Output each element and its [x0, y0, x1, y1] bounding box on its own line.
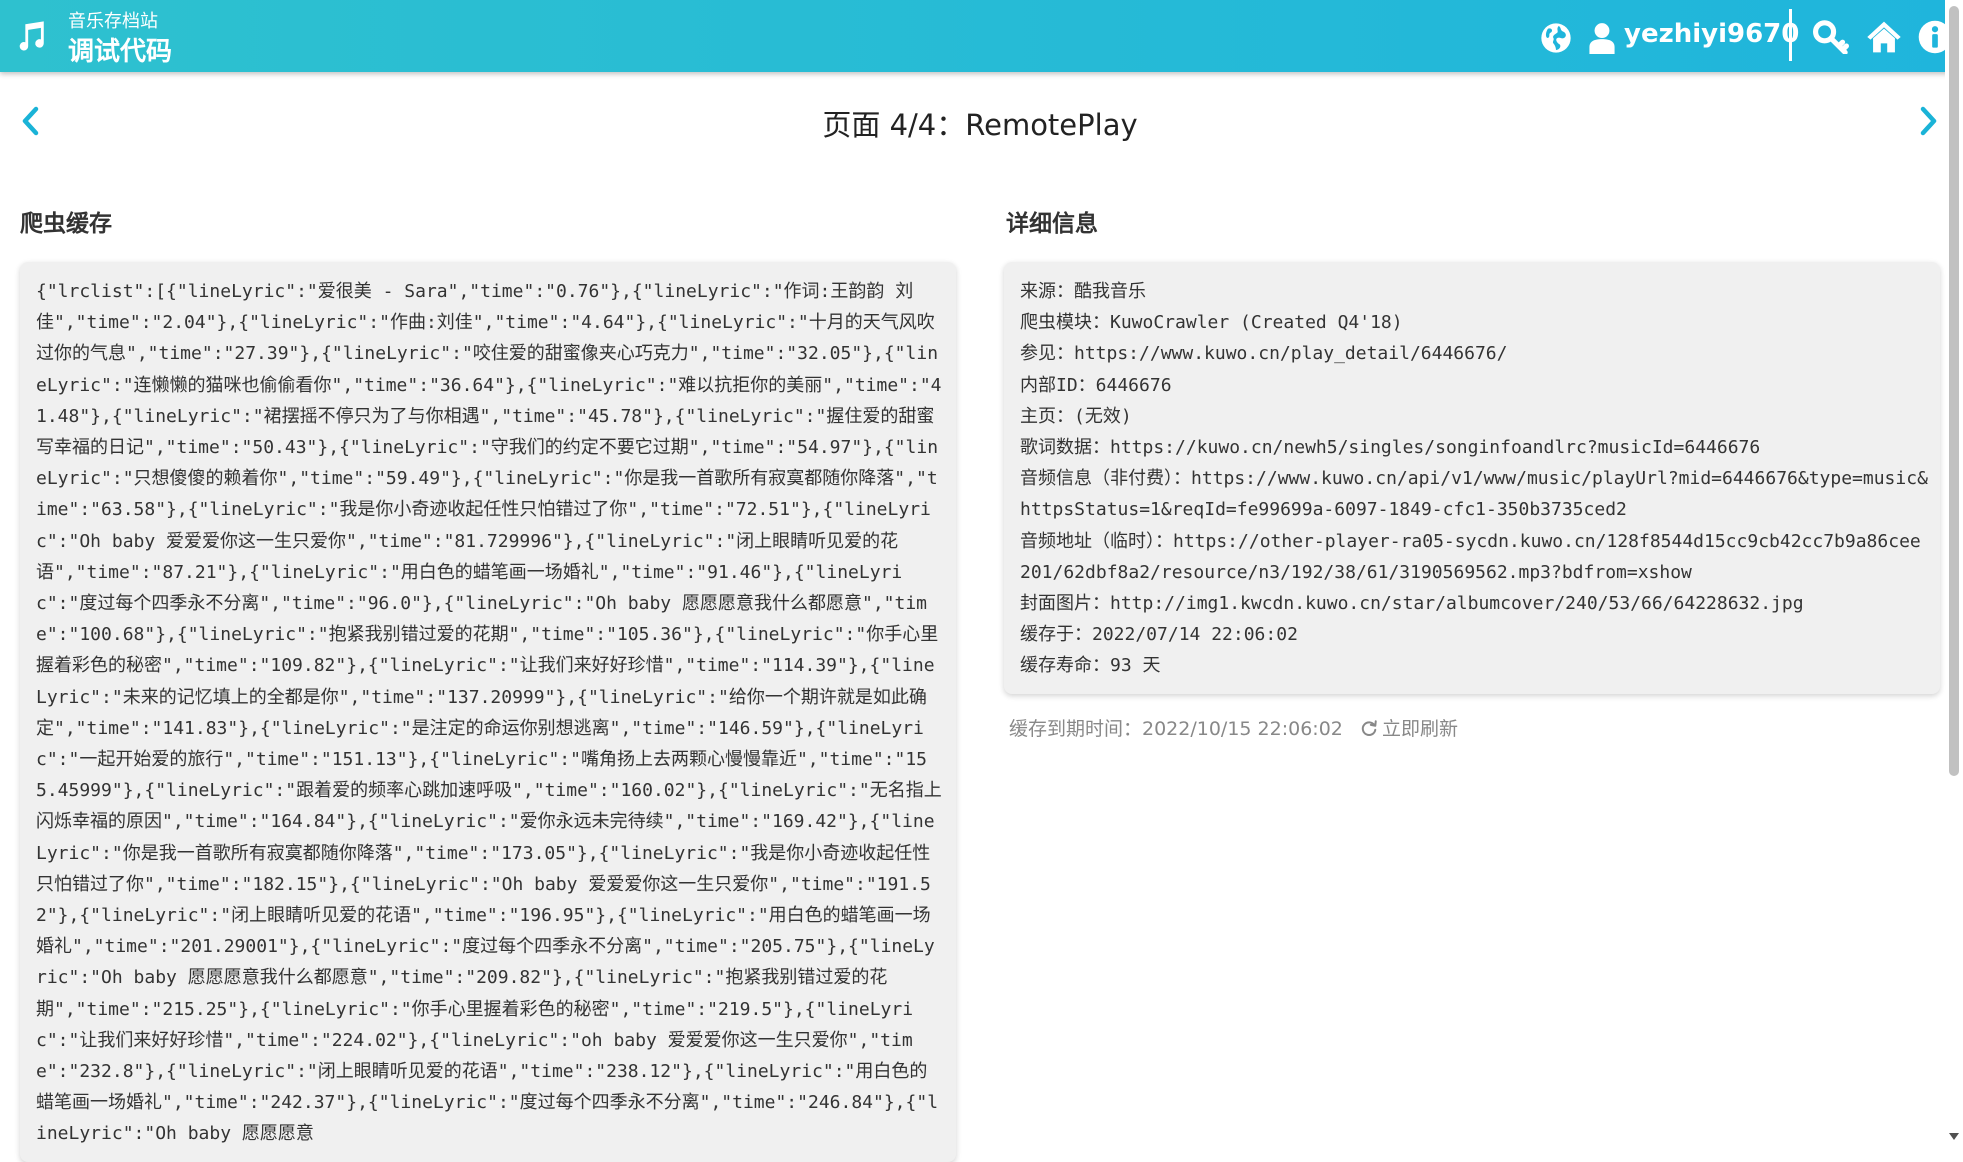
pager-title: 页面 4/4：RemotePlay	[822, 108, 1138, 142]
detail-internal-id: 内部ID：6446676	[1020, 374, 1172, 396]
details-panel: 来源：酷我音乐 爬虫模块：KuwoCrawler (Created Q4'18)…	[1004, 262, 1940, 694]
scrollbar-thumb[interactable]	[1949, 6, 1959, 776]
site-name[interactable]: 音乐存档站	[68, 7, 158, 33]
username-link[interactable]: yezhiyi9670	[1624, 19, 1799, 49]
detail-cover-image[interactable]: 封面图片：http://img1.kwcdn.kuwo.cn/star/albu…	[1020, 588, 1930, 619]
page-title: 调试代码	[68, 37, 173, 67]
scroll-down-arrow-icon[interactable]	[1949, 1133, 1959, 1140]
detail-crawler-module: 爬虫模块：KuwoCrawler (Created Q4'18)	[1020, 312, 1403, 334]
header-divider	[1789, 9, 1792, 61]
chevron-right-icon[interactable]	[1917, 106, 1939, 136]
chevron-left-icon[interactable]	[20, 106, 42, 136]
refresh-now-label: 立即刷新	[1382, 718, 1459, 740]
cache-expiry-text: 缓存到期时间：2022/10/15 22:06:02	[1009, 718, 1343, 740]
detail-audio-url[interactable]: 音频地址（临时）：https://other-player-ra05-sycdn…	[1020, 526, 1930, 588]
detail-cached-at: 缓存于：2022/07/14 22:06:02	[1020, 624, 1298, 646]
details-heading: 详细信息	[1006, 211, 1098, 237]
key-icon[interactable]	[1813, 20, 1849, 54]
details-list: 来源：酷我音乐 爬虫模块：KuwoCrawler (Created Q4'18)…	[1020, 276, 1930, 682]
home-icon[interactable]	[1866, 20, 1902, 54]
music-icon	[19, 21, 44, 51]
globe-icon[interactable]	[1540, 22, 1572, 54]
detail-see-also[interactable]: 参见：https://www.kuwo.cn/play_detail/64466…	[1020, 338, 1930, 369]
detail-cache-lifetime: 缓存寿命：93 天	[1020, 655, 1161, 677]
detail-source: 来源：酷我音乐	[1020, 281, 1146, 302]
top-navbar: 音乐存档站 调试代码 yezhiyi9670	[0, 0, 1963, 72]
refresh-now-button[interactable]: 立即刷新	[1360, 714, 1458, 741]
user-icon[interactable]	[1588, 22, 1616, 54]
detail-homepage: 主页：(无效)	[1020, 405, 1132, 427]
refresh-icon	[1361, 720, 1377, 736]
cache-heading: 爬虫缓存	[20, 211, 112, 237]
detail-lyric-data[interactable]: 歌词数据：https://kuwo.cn/newh5/singles/songi…	[1020, 432, 1930, 463]
cache-content: {"lrclist":[{"lineLyric":"爱很美 - Sara","t…	[36, 281, 942, 1145]
cache-panel: {"lrclist":[{"lineLyric":"爱很美 - Sara","t…	[20, 262, 956, 1162]
detail-audio-info[interactable]: 音频信息（非付费）：https://www.kuwo.cn/api/v1/www…	[1020, 463, 1930, 525]
